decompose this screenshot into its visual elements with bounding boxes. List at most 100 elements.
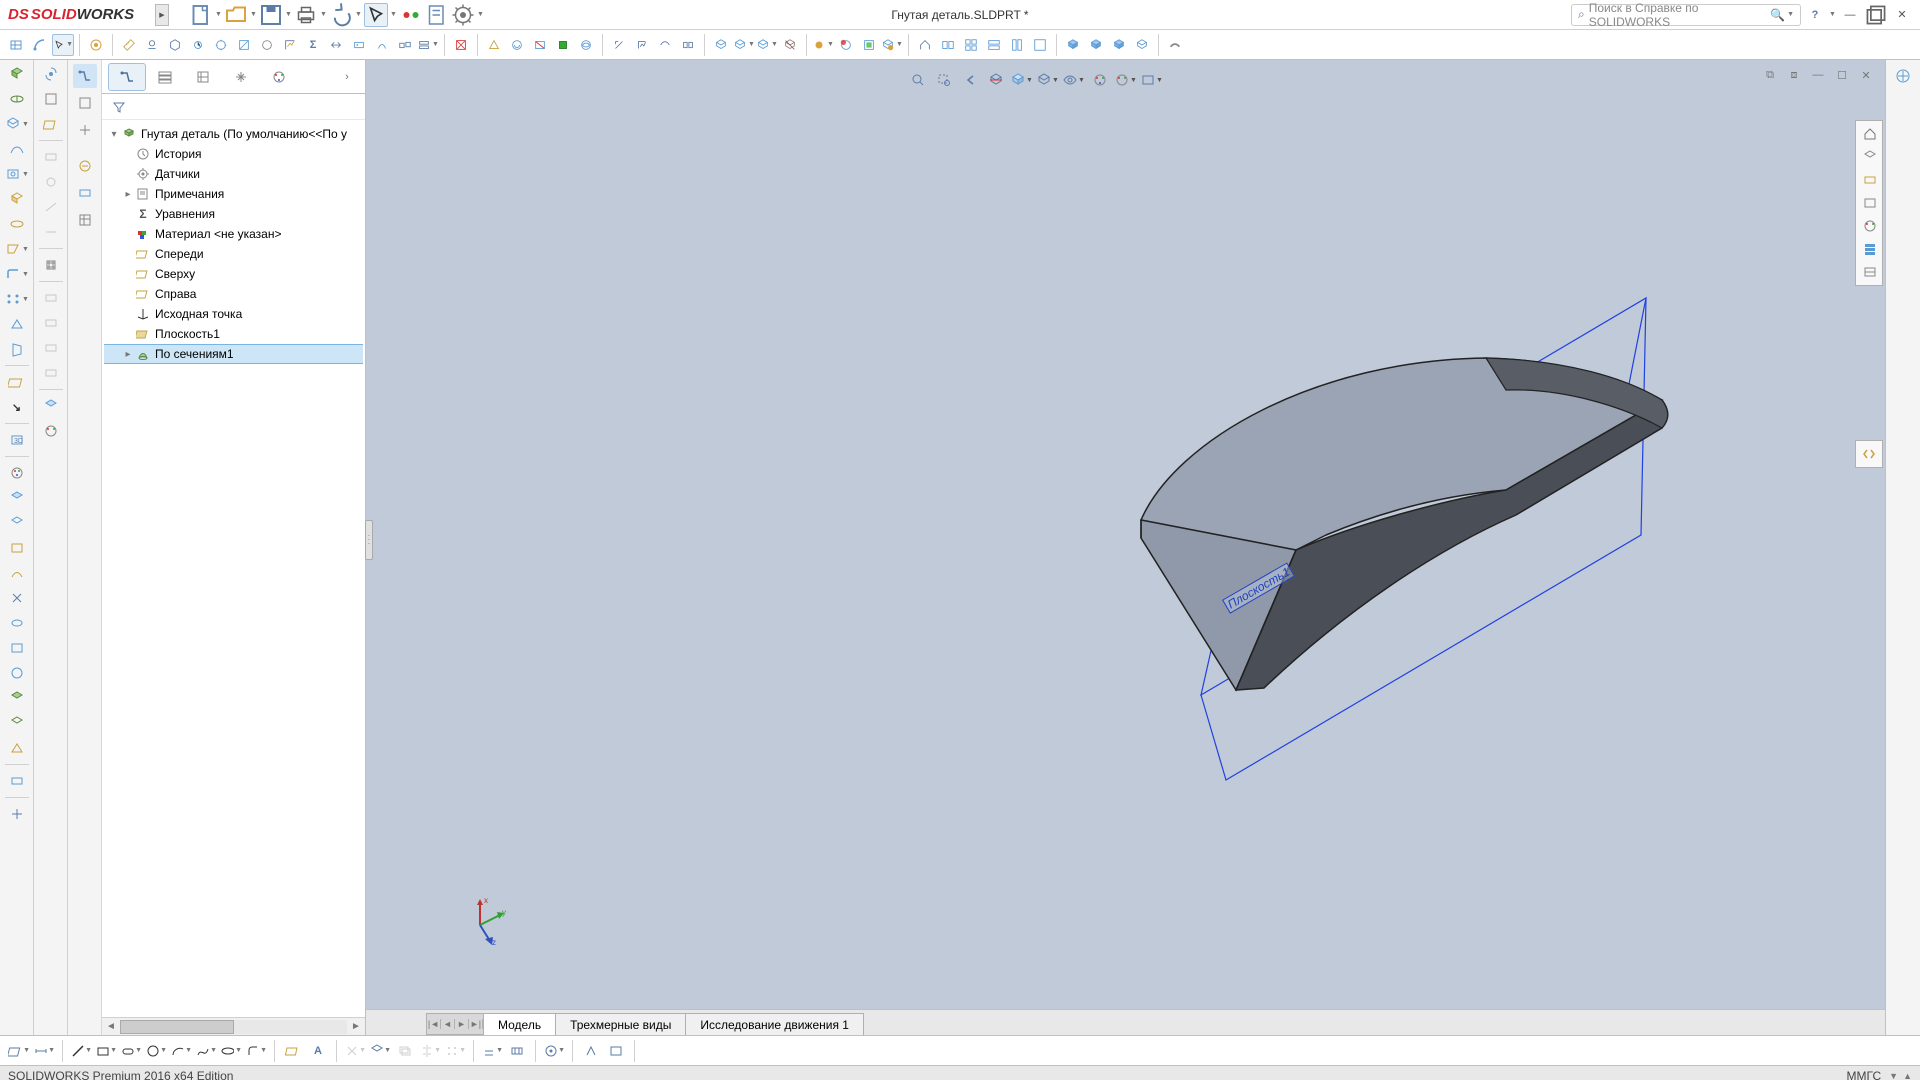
tree-item[interactable]: ▸По сечениям1 <box>104 344 363 364</box>
tree-item[interactable]: Датчики <box>104 164 363 184</box>
ribbon-icon[interactable] <box>1062 34 1084 56</box>
config-icon[interactable] <box>38 254 64 276</box>
ribbon-icon[interactable] <box>608 34 630 56</box>
instant3d-icon[interactable]: 3D <box>4 429 30 451</box>
tab-motion-study[interactable]: Исследование движения 1 <box>685 1013 864 1035</box>
feature-icon[interactable] <box>4 138 30 160</box>
feature-icon[interactable] <box>4 512 30 534</box>
dropdown-icon[interactable]: ▼ <box>477 11 484 18</box>
rib-icon[interactable] <box>4 313 30 335</box>
feature-icon[interactable] <box>4 637 30 659</box>
toggle-flyout[interactable] <box>1855 440 1883 468</box>
ribbon-icon[interactable] <box>654 34 676 56</box>
panel-hscroll[interactable]: ◄► <box>102 1017 365 1035</box>
ribbon-icon[interactable]: ▼ <box>52 34 74 56</box>
config-icon[interactable] <box>38 63 64 85</box>
dropdown-icon[interactable]: ▼ <box>285 11 292 18</box>
rapid-sketch-icon[interactable] <box>580 1040 602 1062</box>
config-icon[interactable] <box>38 171 64 193</box>
geometry-analysis-icon[interactable] <box>233 34 255 56</box>
filter-icon[interactable] <box>112 100 126 114</box>
minimize-button[interactable]: — <box>1838 3 1862 27</box>
graphics-viewport[interactable]: ··· ▼ ▼ ▼ ▼ ▼ ⧉ ⧈ — ☐ ✕ <box>366 60 1886 1035</box>
tree-item[interactable]: История <box>104 144 363 164</box>
hide-show-icon[interactable]: ▼ <box>1062 68 1086 92</box>
dropdown-icon[interactable]: ▼ <box>355 11 362 18</box>
hole-wizard-icon[interactable]: ▼ <box>4 163 30 185</box>
text-icon[interactable]: A <box>307 1040 329 1062</box>
tree-item[interactable]: Спереди <box>104 244 363 264</box>
edit-appearance-icon[interactable] <box>1088 68 1112 92</box>
tree-item[interactable]: Исходная точка <box>104 304 363 324</box>
appearance-icon[interactable] <box>4 462 30 484</box>
vp-expand-button[interactable]: ⧈ <box>1783 66 1805 84</box>
tree-item[interactable]: Сверху <box>104 264 363 284</box>
relation-icon[interactable]: ▼ <box>481 1040 503 1062</box>
ribbon-icon[interactable] <box>483 34 505 56</box>
config-icon[interactable] <box>38 196 64 218</box>
dropdown-icon[interactable]: ▼ <box>250 11 257 18</box>
ribbon-icon[interactable]: ▼ <box>733 34 755 56</box>
plane-sketch-icon[interactable] <box>282 1040 304 1062</box>
feature-icon[interactable] <box>4 587 30 609</box>
rectangle-icon[interactable]: ▼ <box>95 1040 117 1062</box>
feature-icon[interactable] <box>4 487 30 509</box>
ribbon-icon[interactable] <box>256 34 278 56</box>
rebuild-button[interactable] <box>399 3 423 27</box>
close-button[interactable]: ✕ <box>1890 3 1914 27</box>
tab-model[interactable]: Модель <box>483 1013 556 1035</box>
vp-close-button[interactable]: ✕ <box>1855 66 1877 84</box>
options-button[interactable] <box>451 3 475 27</box>
feature-extrude-icon[interactable] <box>4 63 30 85</box>
instant2d-icon[interactable] <box>605 1040 627 1062</box>
zoom-area-icon[interactable] <box>932 68 956 92</box>
ribbon-icon[interactable]: ▼ <box>756 34 778 56</box>
spline-icon[interactable]: ▼ <box>195 1040 217 1062</box>
config-icon[interactable] <box>38 362 64 384</box>
feature-manager-tab[interactable] <box>73 64 97 88</box>
feature-icon[interactable] <box>4 687 30 709</box>
ribbon-icon[interactable]: ▼ <box>417 34 439 56</box>
tree-item[interactable]: Плоскость1 <box>104 324 363 344</box>
quick-snap-icon[interactable]: ▼ <box>543 1040 565 1062</box>
pattern-icon[interactable]: ▼ <box>4 288 30 310</box>
mass-props-icon[interactable] <box>141 34 163 56</box>
panel-splitter[interactable]: ··· <box>365 520 373 560</box>
section-view-icon[interactable] <box>984 68 1008 92</box>
ribbon-icon[interactable] <box>371 34 393 56</box>
view-orientation-icon[interactable]: ▼ <box>1010 68 1034 92</box>
feature-icon[interactable] <box>4 213 30 235</box>
ribbon-icon[interactable] <box>914 34 936 56</box>
ribbon-icon[interactable] <box>631 34 653 56</box>
ribbon-icon[interactable] <box>960 34 982 56</box>
view-icon[interactable] <box>1858 169 1882 191</box>
tree-item[interactable]: ▸Примечания <box>104 184 363 204</box>
panel-tab[interactable] <box>73 208 97 232</box>
vp-minimize-button[interactable]: — <box>1807 66 1829 84</box>
feature-icon[interactable] <box>4 662 30 684</box>
config-manager-tab[interactable] <box>73 118 97 142</box>
search-go-icon[interactable]: 🔍 <box>1770 8 1785 22</box>
mirror-icon[interactable]: ▼ <box>419 1040 441 1062</box>
trim-icon[interactable]: ▼ <box>344 1040 366 1062</box>
ribbon-icon[interactable] <box>677 34 699 56</box>
dropdown-icon[interactable]: ▼ <box>390 11 397 18</box>
config-icon[interactable] <box>38 420 64 442</box>
undo-button[interactable] <box>329 3 353 27</box>
config-icon[interactable] <box>38 221 64 243</box>
ribbon-icon[interactable] <box>325 34 347 56</box>
ribbon-icon[interactable] <box>348 34 370 56</box>
config-icon[interactable] <box>38 113 64 135</box>
status-units[interactable]: ММГС <box>1847 1069 1882 1080</box>
ribbon-icon[interactable] <box>835 34 857 56</box>
ribbon-icon[interactable] <box>1164 34 1186 56</box>
ribbon-icon[interactable] <box>6 34 28 56</box>
view-icon[interactable] <box>1858 192 1882 214</box>
ref-geom-icon[interactable] <box>4 371 30 393</box>
slot-icon[interactable]: ▼ <box>120 1040 142 1062</box>
section-props-icon[interactable] <box>164 34 186 56</box>
config-icon[interactable] <box>38 312 64 334</box>
feature-icon[interactable] <box>4 562 30 584</box>
ribbon-icon[interactable] <box>1006 34 1028 56</box>
vp-maximize-button[interactable]: ☐ <box>1831 66 1853 84</box>
